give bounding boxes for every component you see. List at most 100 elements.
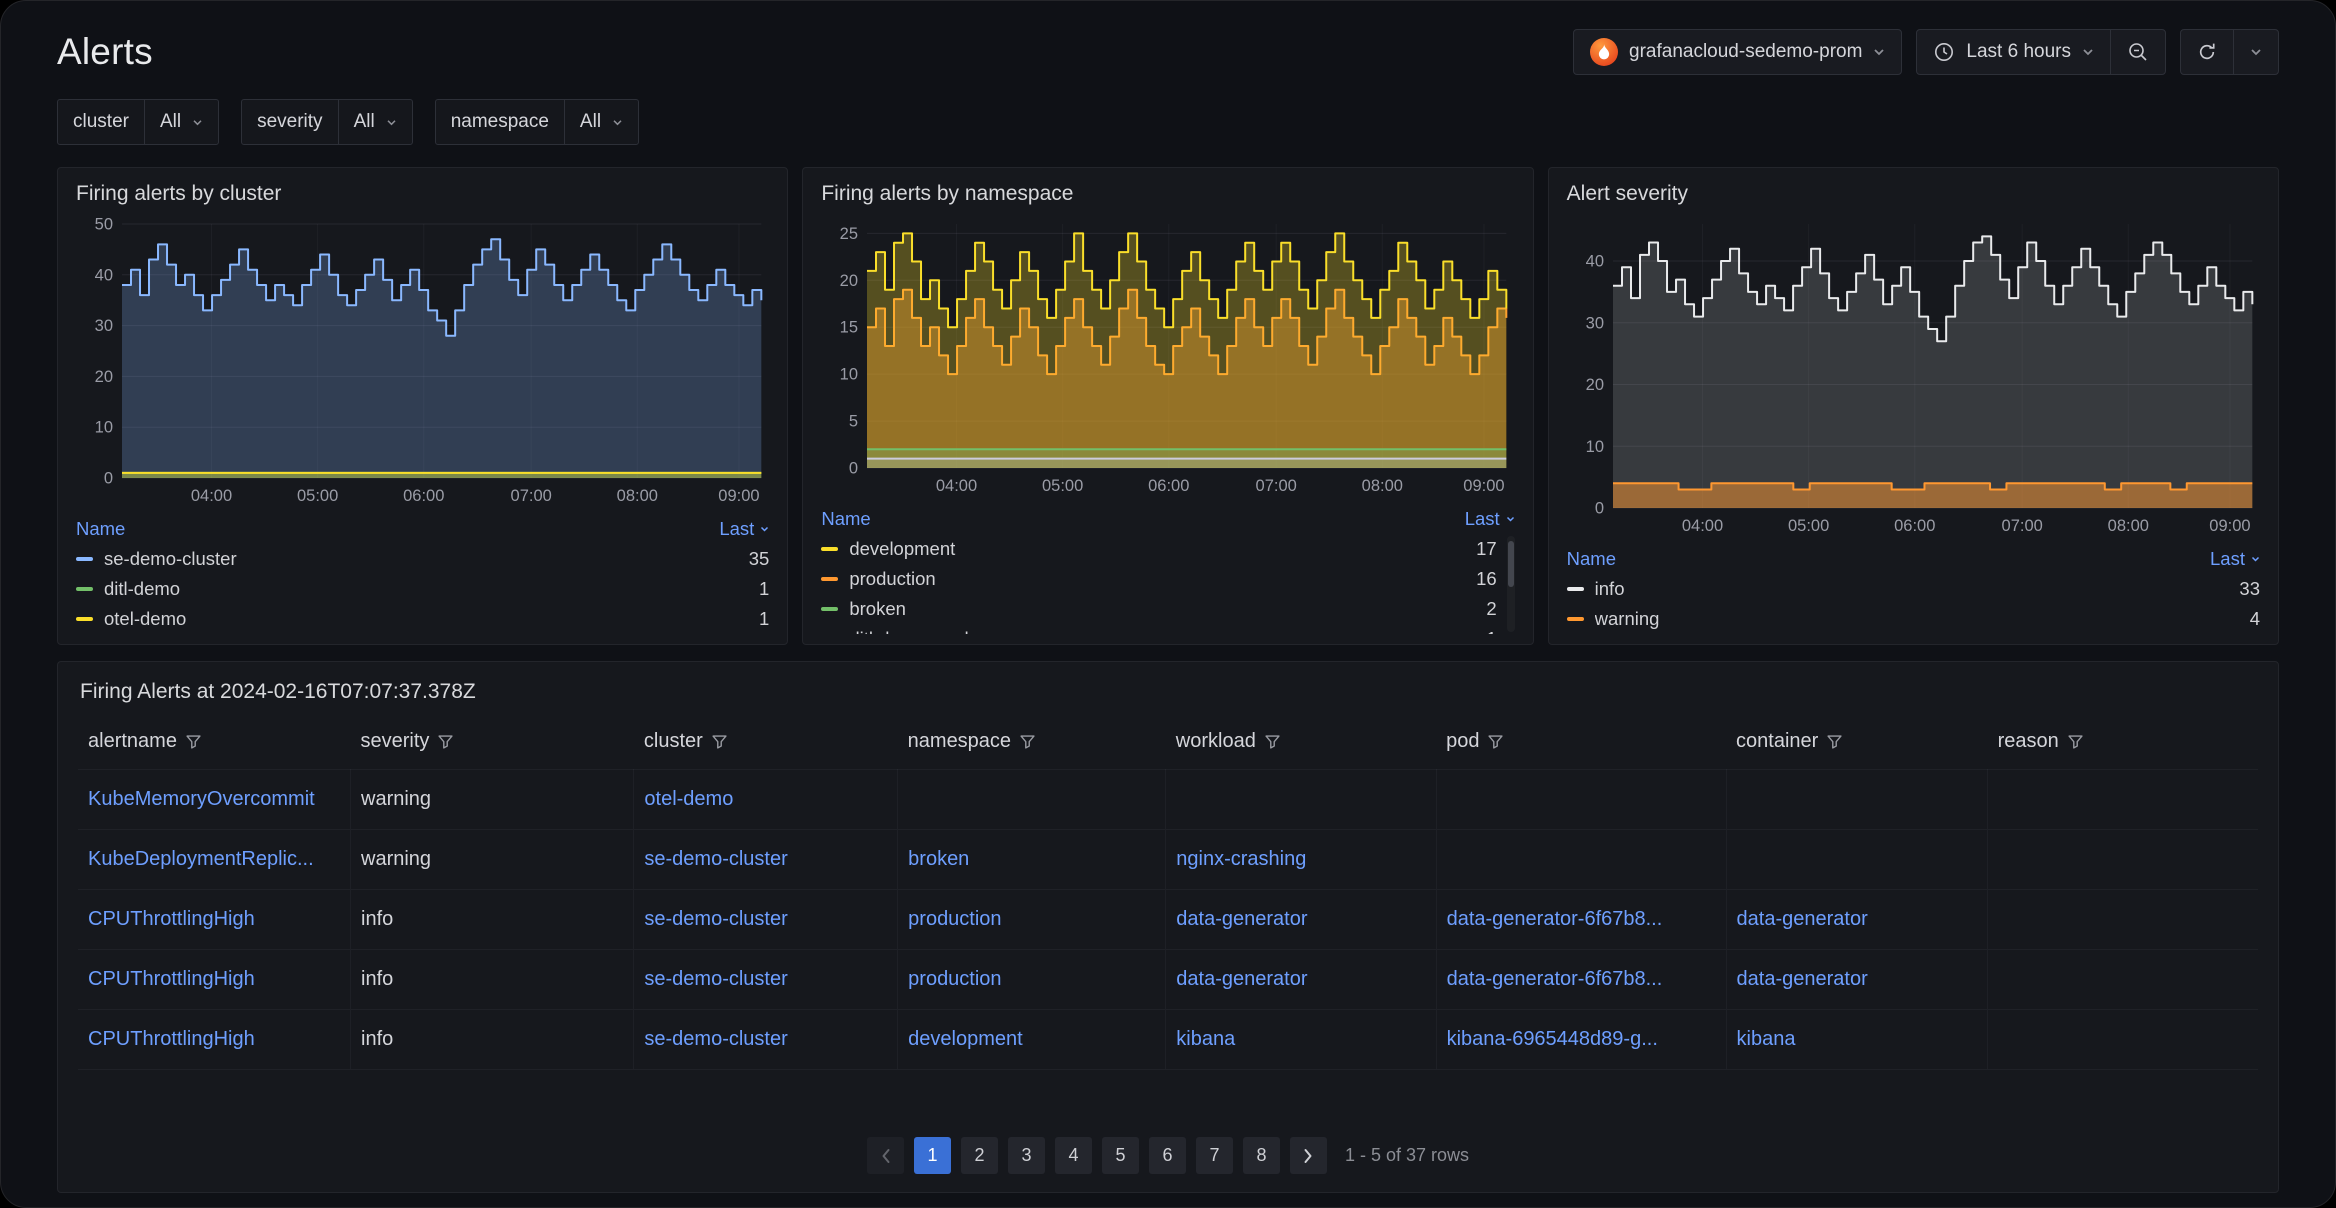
cell-link[interactable]: kibana (1166, 1010, 1436, 1070)
pagination-page-8[interactable]: 8 (1243, 1137, 1280, 1174)
filter-cluster-select[interactable]: All (144, 100, 218, 144)
time-range-label: Last 6 hours (1966, 41, 2071, 63)
filter-icon[interactable] (438, 735, 453, 749)
pagination-page-5[interactable]: 5 (1102, 1137, 1139, 1174)
cell-link[interactable]: data-generator-6f67b8... (1436, 890, 1726, 950)
legend-name-header[interactable]: Name (76, 518, 125, 540)
cell-link[interactable]: kibana (1726, 1010, 1988, 1070)
cell-link[interactable]: CPUThrottlingHigh (78, 890, 351, 950)
legend: Name Last se-demo-cluster35ditl-demo1ote… (76, 514, 769, 634)
panel-title[interactable]: Firing alerts by namespace (821, 182, 1514, 206)
legend-item[interactable]: se-demo-cluster35 (76, 544, 769, 574)
timeseries-chart[interactable]: 01020304004:0005:0006:0007:0008:0009:00 (1567, 214, 2260, 538)
pagination-page-7[interactable]: 7 (1196, 1137, 1233, 1174)
cell-text: warning (351, 770, 634, 830)
filter-icon[interactable] (1827, 735, 1842, 749)
column-header-container[interactable]: container (1726, 718, 1988, 770)
svg-text:05:00: 05:00 (1042, 477, 1083, 495)
legend-name-header[interactable]: Name (821, 508, 870, 530)
legend-value-header[interactable]: Last (719, 518, 769, 540)
filter-icon[interactable] (1020, 735, 1035, 749)
time-range-button[interactable]: Last 6 hours (1917, 30, 2110, 74)
refresh-interval-dropdown[interactable] (2233, 30, 2278, 74)
legend-value-header[interactable]: Last (1465, 508, 1515, 530)
cell-link[interactable]: KubeDeploymentReplic... (78, 830, 351, 890)
filter-icon[interactable] (2068, 735, 2083, 749)
column-header-pod[interactable]: pod (1436, 718, 1726, 770)
filter-icon[interactable] (1265, 735, 1280, 749)
legend-name-header[interactable]: Name (1567, 548, 1616, 570)
filter-icon[interactable] (712, 735, 727, 749)
cell-link[interactable]: data-generator (1726, 890, 1988, 950)
column-header-cluster[interactable]: cluster (634, 718, 898, 770)
series-name[interactable]: development (849, 538, 1465, 560)
cell-link[interactable]: se-demo-cluster (634, 830, 898, 890)
cell-link[interactable]: data-generator (1726, 950, 1988, 1010)
series-name[interactable]: broken (849, 598, 1475, 620)
pagination-prev-button[interactable] (867, 1137, 904, 1174)
filter-icon[interactable] (1488, 735, 1503, 749)
column-header-severity[interactable]: severity (351, 718, 634, 770)
scrollbar-thumb[interactable] (1508, 541, 1514, 587)
refresh-button[interactable] (2181, 30, 2233, 74)
series-name[interactable]: production (849, 568, 1465, 590)
column-header-workload[interactable]: workload (1166, 718, 1436, 770)
cell-link[interactable]: data-generator (1166, 890, 1436, 950)
column-header-alertname[interactable]: alertname (78, 718, 351, 770)
cell-link[interactable]: KubeMemoryOvercommit (78, 770, 351, 830)
series-name[interactable]: se-demo-cluster (104, 548, 738, 570)
cell-text (1726, 770, 1988, 830)
timeseries-chart[interactable]: 0102030405004:0005:0006:0007:0008:0009:0… (76, 214, 769, 508)
series-name[interactable]: ditl-demo-prod (849, 628, 1475, 634)
panel-title[interactable]: Alert severity (1567, 182, 2260, 206)
table-row: CPUThrottlingHighinfose-demo-clusterprod… (78, 950, 2258, 1010)
cell-link[interactable]: development (898, 1010, 1166, 1070)
pagination-page-6[interactable]: 6 (1149, 1137, 1186, 1174)
cell-link[interactable]: se-demo-cluster (634, 890, 898, 950)
pagination-page-4[interactable]: 4 (1055, 1137, 1092, 1174)
legend-scrollbar[interactable] (1507, 536, 1515, 632)
datasource-picker[interactable]: grafanacloud-sedemo-prom (1574, 30, 1901, 74)
cell-link[interactable]: nginx-crashing (1166, 830, 1436, 890)
filter-severity-select[interactable]: All (338, 100, 412, 144)
legend-item[interactable]: otel-demo1 (76, 604, 769, 634)
column-header-namespace[interactable]: namespace (898, 718, 1166, 770)
series-name[interactable]: otel-demo (104, 608, 748, 630)
legend-item[interactable]: warning4 (1567, 604, 2260, 634)
time-picker-group: Last 6 hours (1916, 29, 2166, 75)
cell-link[interactable]: broken (898, 830, 1166, 890)
cell-link[interactable]: data-generator-6f67b8... (1436, 950, 1726, 1010)
column-header-reason[interactable]: reason (1988, 718, 2258, 770)
column-label: alertname (88, 730, 177, 753)
cell-link[interactable]: kibana-6965448d89-g... (1436, 1010, 1726, 1070)
timeseries-chart[interactable]: 051015202504:0005:0006:0007:0008:0009:00 (821, 214, 1514, 498)
legend-item[interactable]: broken2 (821, 594, 1514, 624)
legend-item[interactable]: development17 (821, 534, 1514, 564)
cell-link[interactable]: CPUThrottlingHigh (78, 950, 351, 1010)
series-name[interactable]: warning (1595, 608, 2239, 630)
legend-item[interactable]: production16 (821, 564, 1514, 594)
series-name[interactable]: ditl-demo (104, 578, 748, 600)
pagination-page-2[interactable]: 2 (961, 1137, 998, 1174)
zoom-out-button[interactable] (2110, 30, 2165, 74)
legend: Name Last development17production16broke… (821, 504, 1514, 634)
legend-item[interactable]: ditl-demo1 (76, 574, 769, 604)
legend-item[interactable]: info33 (1567, 574, 2260, 604)
cell-link[interactable]: data-generator (1166, 950, 1436, 1010)
series-name[interactable]: info (1595, 578, 2229, 600)
cell-link[interactable]: se-demo-cluster (634, 1010, 898, 1070)
filter-namespace-select[interactable]: All (564, 100, 638, 144)
pagination-next-button[interactable] (1290, 1137, 1327, 1174)
legend-item[interactable]: ditl-demo-prod1 (821, 624, 1514, 634)
pagination-page-3[interactable]: 3 (1008, 1137, 1045, 1174)
cell-link[interactable]: se-demo-cluster (634, 950, 898, 1010)
pagination-page-1[interactable]: 1 (914, 1137, 951, 1174)
legend-header: Name Last (76, 514, 769, 544)
legend-value-header[interactable]: Last (2210, 548, 2260, 570)
panel-title[interactable]: Firing alerts by cluster (76, 182, 769, 206)
cell-link[interactable]: CPUThrottlingHigh (78, 1010, 351, 1070)
cell-link[interactable]: production (898, 950, 1166, 1010)
cell-link[interactable]: production (898, 890, 1166, 950)
filter-icon[interactable] (186, 735, 201, 749)
cell-link[interactable]: otel-demo (634, 770, 898, 830)
